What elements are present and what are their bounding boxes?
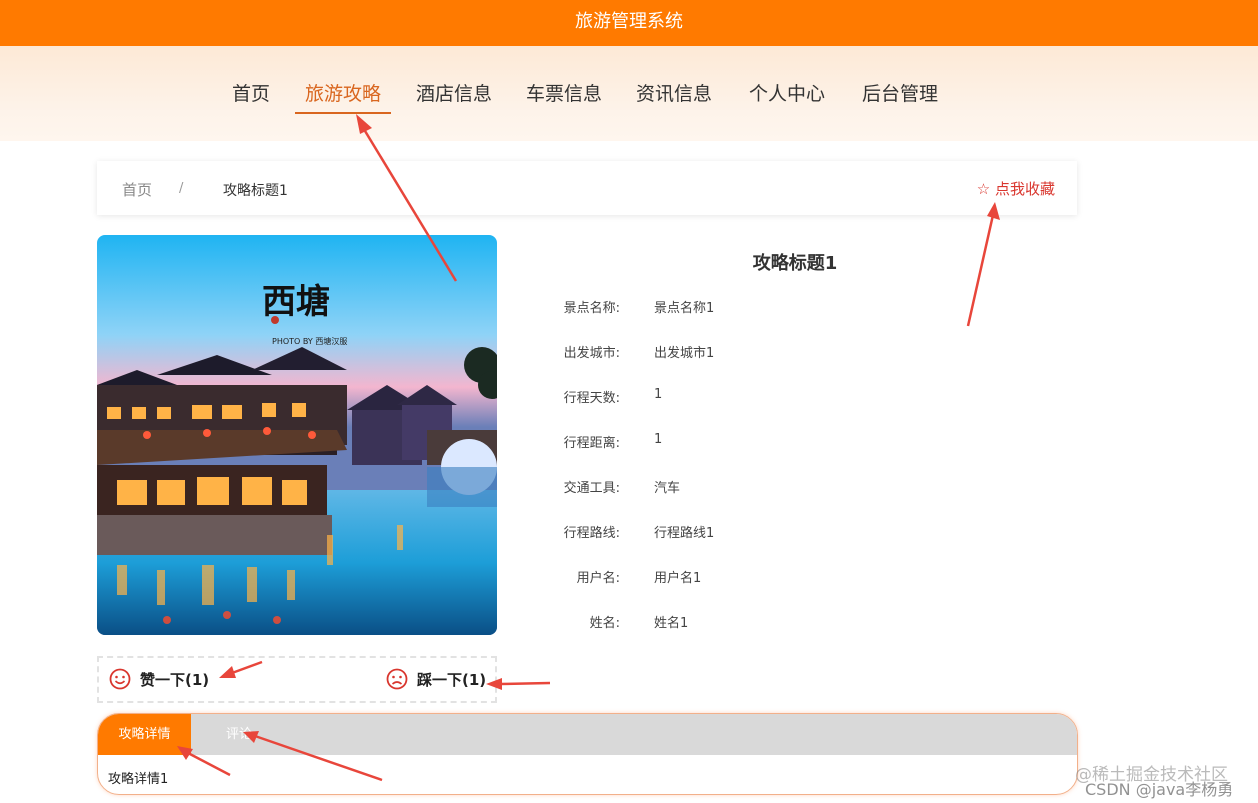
detail-title: 攻略标题1	[752, 253, 838, 274]
detail-value-trip-distance: 1	[654, 432, 663, 447]
like-button[interactable]: 赞一下(1)	[109, 668, 209, 690]
guide-photo: 西塘 PHOTO BY 西塘汉服	[97, 235, 497, 635]
detail-value-departure-city: 出发城市1	[654, 346, 715, 361]
app-title: 旅游管理系统	[575, 11, 683, 32]
nav-band: 首页 旅游攻略 酒店信息 车票信息 资讯信息 个人中心 后台管理	[0, 46, 1258, 141]
vote-box: 赞一下(1) 踩一下(1)	[97, 656, 497, 703]
detail-label-departure-city: 出发城市:	[563, 346, 620, 361]
favorite-button[interactable]: ☆ 点我收藏	[977, 178, 1055, 199]
photo-small-caption: PHOTO BY 西塘汉服	[272, 336, 347, 346]
detail-value-transport: 汽车	[654, 481, 681, 496]
photo-calligraphy: 西塘	[262, 282, 330, 322]
detail-value-route: 行程路线1	[654, 526, 715, 541]
detail-label-scenic-spot: 景点名称:	[563, 301, 620, 316]
breadcrumb-separator: /	[179, 181, 184, 196]
star-outline-icon: ☆	[976, 180, 991, 198]
favorite-label: 点我收藏	[994, 180, 1055, 198]
detail-label-transport: 交通工具:	[563, 481, 620, 496]
nav-item-news-info[interactable]: 资讯信息	[636, 76, 712, 114]
main-nav: 首页 旅游攻略 酒店信息 车票信息 资讯信息 个人中心 后台管理	[0, 76, 1258, 116]
detail-value-scenic-spot: 景点名称1	[654, 301, 715, 316]
app-header: 旅游管理系统	[0, 0, 1258, 46]
nav-item-travel-guides[interactable]: 旅游攻略	[295, 76, 392, 114]
detail-value-username: 用户名1	[654, 571, 702, 586]
detail-label-trip-distance: 行程距离:	[563, 436, 620, 451]
detail-tabs: 攻略详情 评论 攻略详情1	[97, 713, 1078, 795]
nav-item-personal-center[interactable]: 个人中心	[749, 76, 825, 114]
detail-label-route: 行程路线:	[563, 526, 620, 541]
detail-label-trip-days: 行程天数:	[563, 391, 620, 406]
tab-guide-detail[interactable]: 攻略详情	[98, 714, 191, 755]
breadcrumb-home-link[interactable]: 首页	[122, 179, 152, 200]
tab-comments[interactable]: 评论	[226, 714, 252, 755]
nav-item-ticket-info[interactable]: 车票信息	[526, 76, 602, 114]
tab-header: 攻略详情 评论	[98, 714, 1077, 755]
detail-value-trip-days: 1	[654, 387, 663, 402]
nav-item-home[interactable]: 首页	[232, 76, 270, 114]
smile-icon	[109, 668, 131, 690]
watermark-csdn: CSDN @java李杨勇	[1085, 780, 1234, 799]
nav-item-hotel-info[interactable]: 酒店信息	[416, 76, 492, 114]
dislike-button[interactable]: 踩一下(1)	[386, 668, 486, 690]
detail-label-username: 用户名:	[576, 571, 620, 586]
breadcrumb-current: 攻略标题1	[223, 183, 288, 199]
frown-icon	[386, 668, 408, 690]
like-label: 赞一下(1)	[140, 670, 210, 689]
breadcrumb: 首页 / 攻略标题1 ☆ 点我收藏	[97, 161, 1077, 215]
nav-item-admin[interactable]: 后台管理	[862, 76, 938, 114]
tab-content: 攻略详情1	[108, 772, 169, 787]
detail-value-name: 姓名1	[654, 616, 689, 631]
dislike-label: 踩一下(1)	[417, 670, 487, 689]
detail-label-name: 姓名:	[589, 616, 620, 631]
